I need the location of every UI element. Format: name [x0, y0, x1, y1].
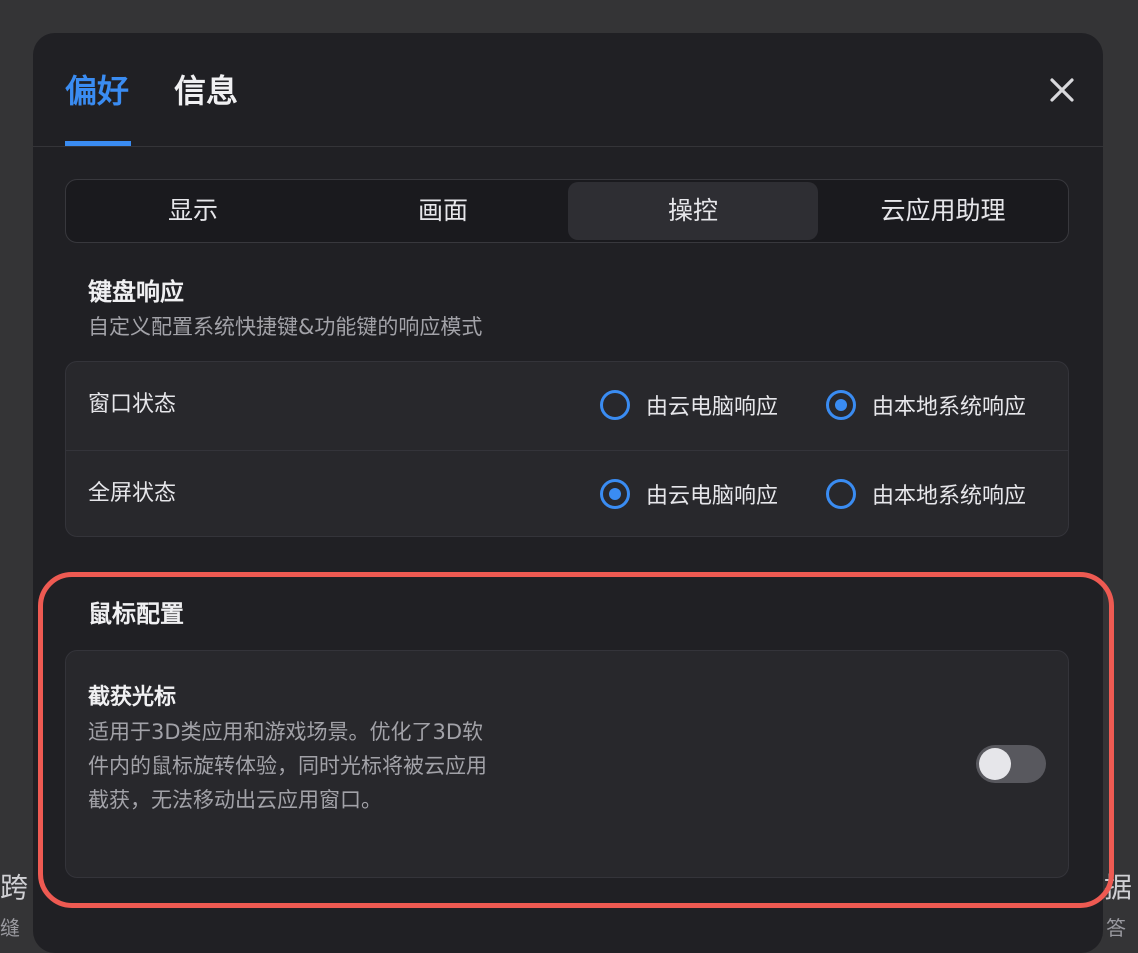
- active-tab-indicator: [65, 141, 131, 146]
- tab-preferences[interactable]: 偏好: [65, 71, 129, 111]
- fullscreen-cloud-radio[interactable]: 由云电脑响应: [600, 475, 778, 513]
- keyboard-section-title: 键盘响应: [88, 278, 184, 306]
- radio-label: 由云电脑响应: [646, 395, 779, 420]
- subtab-cloud-assistant[interactable]: 云应用助理: [818, 182, 1068, 240]
- keyboard-section-description: 自定义配置系统快捷键&功能键的响应模式: [88, 315, 483, 339]
- radio-checked-icon: [600, 479, 630, 509]
- backdrop-sub-right: 答: [1106, 916, 1126, 940]
- toggle-knob: [979, 748, 1011, 780]
- radio-label: 由本地系统响应: [872, 484, 1027, 509]
- keyboard-settings-card: 窗口状态 由云电脑响应 由本地系统响应 全屏状态 由云电脑响应 由本地系统响应: [65, 361, 1069, 537]
- dialog-header: 偏好 信息: [33, 33, 1103, 147]
- fullscreen-mode-label: 全屏状态: [88, 481, 177, 506]
- mouse-capture-card: 截获光标 适用于3D类应用和游戏场景。优化了3D软件内的鼠标旋转体验，同时光标将…: [65, 650, 1069, 878]
- window-mode-row: 窗口状态 由云电脑响应 由本地系统响应: [66, 362, 1068, 448]
- subtab-bar: 显示 画面 操控 云应用助理: [65, 179, 1069, 243]
- capture-cursor-title: 截获光标: [88, 685, 177, 710]
- radio-label: 由云电脑响应: [646, 484, 779, 509]
- window-mode-label: 窗口状态: [88, 392, 177, 417]
- fullscreen-mode-row: 全屏状态 由云电脑响应 由本地系统响应: [66, 450, 1068, 537]
- subtab-controls[interactable]: 操控: [568, 182, 818, 240]
- backdrop-text-right: 据: [1104, 871, 1133, 904]
- close-icon: [1050, 78, 1074, 102]
- fullscreen-local-radio[interactable]: 由本地系统响应: [826, 475, 1026, 513]
- window-cloud-radio[interactable]: 由云电脑响应: [600, 386, 778, 424]
- settings-dialog: 偏好 信息 显示 画面 操控 云应用助理 键盘响应 自定义配置系统快捷键&功能键…: [33, 33, 1103, 953]
- radio-unchecked-icon: [600, 390, 630, 420]
- radio-unchecked-icon: [826, 479, 856, 509]
- capture-cursor-description: 适用于3D类应用和游戏场景。优化了3D软件内的鼠标旋转体验，同时光标将被云应用截…: [88, 720, 487, 812]
- backdrop-text-left: 跨: [0, 871, 29, 904]
- subtab-display[interactable]: 显示: [68, 182, 318, 240]
- mouse-section-title: 鼠标配置: [88, 600, 184, 628]
- capture-cursor-toggle[interactable]: [976, 745, 1046, 783]
- backdrop-sub-left: 缝: [0, 916, 20, 940]
- radio-label: 由本地系统响应: [872, 395, 1027, 420]
- radio-checked-icon: [826, 390, 856, 420]
- tab-info[interactable]: 信息: [174, 71, 238, 111]
- subtab-picture[interactable]: 画面: [318, 182, 568, 240]
- close-button[interactable]: [1047, 75, 1077, 105]
- window-local-radio[interactable]: 由本地系统响应: [826, 386, 1026, 424]
